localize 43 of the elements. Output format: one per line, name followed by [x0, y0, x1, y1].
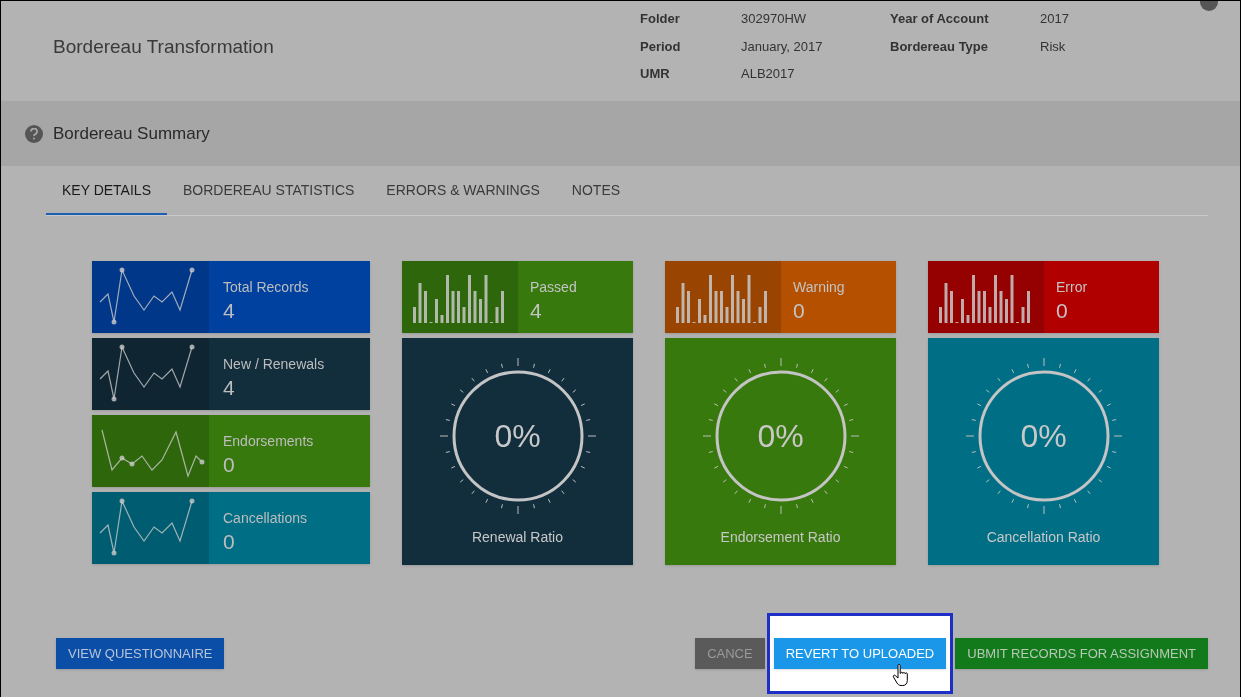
ratio-label: Renewal Ratio	[471, 528, 564, 547]
ratio-value: 0%	[494, 417, 541, 456]
help-icon[interactable]	[25, 124, 43, 143]
revert-button[interactable]: REVERT TO UPLOADED	[773, 638, 947, 669]
stat-value: 4	[530, 298, 543, 324]
stat-value: 0	[1056, 298, 1069, 324]
stat-label: Endorsements	[223, 432, 314, 451]
stat-label: Warning	[793, 278, 845, 297]
tab[interactable]: NOTES	[555, 178, 637, 215]
view-questionnaire-button[interactable]: VIEW QUESTIONNAIRE	[56, 638, 225, 669]
tab[interactable]: BORDEREAU STATISTICS	[166, 178, 371, 215]
submit-button[interactable]: UBMIT RECORDS FOR ASSIGNMENT	[955, 638, 1208, 669]
section-title: Bordereau Summary	[53, 122, 210, 145]
bar-chart-icon	[413, 273, 507, 323]
info-label: Year of Account	[890, 10, 990, 28]
ratio-label: Endorsement Ratio	[720, 528, 841, 547]
info-value: January, 2017	[741, 37, 824, 56]
tab[interactable]: KEY DETAILS	[46, 178, 167, 215]
info-value: 2017	[1040, 10, 1070, 28]
ratio-label: Cancellation Ratio	[986, 528, 1101, 547]
stat-value: 0	[223, 529, 236, 555]
info-label: Folder	[640, 10, 681, 28]
stat-label: New / Renewals	[223, 355, 325, 374]
info-label: Bordereau Type	[890, 37, 989, 56]
stat-label: Error	[1056, 278, 1088, 297]
stat-value: 0	[793, 298, 806, 324]
ratio-value: 0%	[757, 417, 804, 456]
stat-value: 4	[223, 375, 236, 401]
info-value: 302970HW	[741, 10, 808, 28]
page-title: Bordereau Transformation	[53, 35, 275, 59]
stat-label: Passed	[530, 278, 577, 297]
bar-chart-icon	[939, 273, 1033, 323]
stat-label: Cancellations	[223, 509, 308, 528]
info-label: UMR	[640, 65, 671, 83]
info-value: ALB2017	[741, 65, 796, 83]
info-value: Risk	[1040, 37, 1067, 56]
bar-chart-icon	[676, 273, 770, 323]
ratio-value: 0%	[1020, 417, 1067, 456]
stat-value: 0	[223, 452, 236, 478]
tab[interactable]: ERRORS & WARNINGS	[370, 178, 556, 215]
info-label: Period	[640, 37, 682, 56]
stat-value: 4	[223, 298, 236, 324]
stat-label: Total Records	[223, 278, 309, 297]
